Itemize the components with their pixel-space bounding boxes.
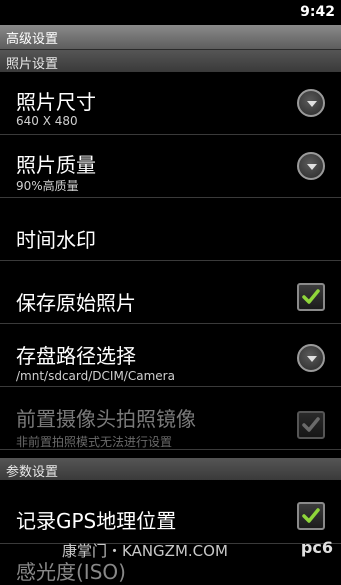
setting-time-watermark[interactable]: 时间水印: [0, 198, 341, 261]
setting-photo-quality[interactable]: 照片质量 90%高质量: [0, 135, 341, 198]
front-mirror-checkbox: [297, 411, 325, 439]
chevron-down-icon[interactable]: [297, 152, 325, 180]
setting-summary: 640 X 480: [16, 114, 78, 128]
setting-record-gps[interactable]: 记录GPS地理位置: [0, 481, 341, 544]
status-time: 9:42: [300, 4, 335, 20]
setting-title: 保存原始照片: [16, 291, 136, 315]
record-gps-checkbox[interactable]: [297, 502, 325, 530]
chevron-down-icon[interactable]: [297, 344, 325, 372]
setting-title: 记录GPS地理位置: [16, 509, 177, 533]
check-icon: [302, 417, 320, 432]
setting-summary: 90%高质量: [16, 179, 79, 193]
setting-photo-size[interactable]: 照片尺寸 640 X 480: [0, 72, 341, 135]
page-title: 高级设置: [6, 32, 59, 47]
setting-front-mirror: 前置摄像头拍照镜像 非前置拍照模式无法进行设置: [0, 387, 341, 450]
section-header-params: 参数设置: [0, 458, 341, 480]
setting-summary: /mnt/sdcard/DCIM/Camera: [16, 369, 175, 383]
section-header-label: 参数设置: [6, 465, 59, 480]
setting-save-original[interactable]: 保存原始照片: [0, 261, 341, 324]
setting-save-path[interactable]: 存盘路径选择 /mnt/sdcard/DCIM/Camera: [0, 324, 341, 387]
title-bar: 高级设置: [0, 25, 341, 50]
chevron-down-icon[interactable]: [297, 89, 325, 117]
check-icon: [302, 289, 320, 304]
check-icon: [302, 508, 320, 523]
section-header-photo: 照片设置: [0, 50, 341, 72]
watermark-text: 康掌门・KANGZM.COM: [62, 542, 228, 560]
pc6-logo: pc6: [301, 538, 333, 557]
logo-text: pc6: [300, 538, 333, 557]
setting-summary: 非前置拍照模式无法进行设置: [16, 435, 173, 449]
setting-title: 照片尺寸: [16, 90, 96, 114]
setting-title: 存盘路径选择: [16, 344, 136, 368]
setting-title: 前置摄像头拍照镜像: [16, 407, 196, 431]
status-bar: 9:42: [0, 0, 341, 25]
save-original-checkbox[interactable]: [297, 283, 325, 311]
setting-title: 时间水印: [16, 228, 96, 252]
section-header-label: 照片设置: [6, 57, 59, 72]
setting-title: 照片质量: [16, 153, 96, 177]
